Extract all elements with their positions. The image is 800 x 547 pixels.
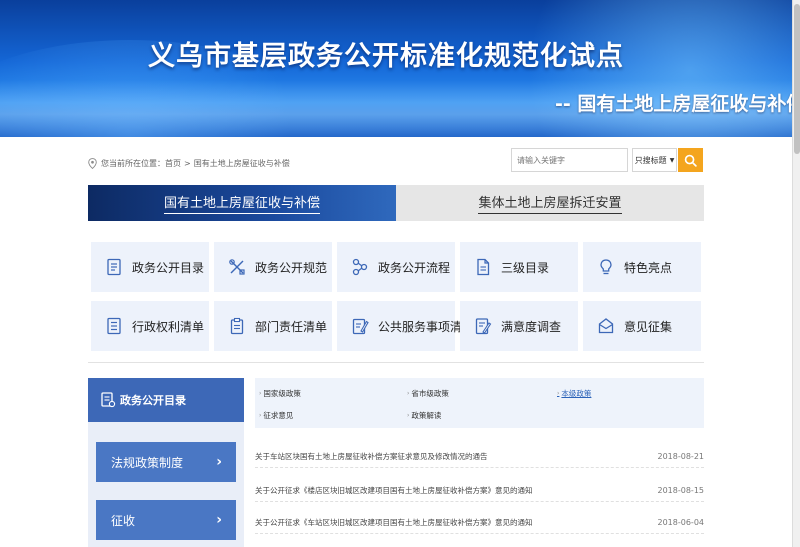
news-title[interactable]: 关于公开征求《楼店区块旧城区改建项目国有土地上房屋征收补偿方案》意见的通知 <box>255 485 533 496</box>
tile-label: 特色亮点 <box>624 260 673 275</box>
arrow-right-icon: › <box>259 390 262 397</box>
chevron-right-icon: › <box>216 454 222 470</box>
tab-collective-land[interactable]: 集体土地上房屋拆迁安置 <box>396 185 704 221</box>
clipboard-icon <box>230 317 244 335</box>
sidebar-item-regulations[interactable]: 法规政策制度 › <box>96 442 236 482</box>
section-divider <box>88 362 704 363</box>
arrow-right-icon: › <box>557 390 560 397</box>
tile-label: 满意度调查 <box>501 319 562 334</box>
page-scrollbar[interactable] <box>792 0 800 547</box>
tab-label: 集体土地上房屋拆迁安置 <box>478 192 622 214</box>
tile-disclosure-process[interactable]: 政务公开流程 <box>337 242 455 292</box>
document-list-icon <box>107 258 121 276</box>
tab-state-land[interactable]: 国有土地上房屋征收与补偿 <box>88 185 396 221</box>
search-icon <box>684 154 697 167</box>
tile-label: 部门责任清单 <box>255 319 328 334</box>
news-row[interactable]: 关于车站区块国有土地上房屋征收补偿方案征求意见及修改情况的通告 2018-08-… <box>255 446 704 468</box>
scrollbar-thumb[interactable] <box>794 4 800 154</box>
tile-label: 政务公开目录 <box>132 260 205 275</box>
arrow-right-icon: › <box>407 412 410 419</box>
survey-icon <box>475 318 492 335</box>
sidebar-item-expropriation[interactable]: 征收 › <box>96 500 236 540</box>
site-title: 义乌市基层政务公开标准化规范化试点 <box>148 41 624 72</box>
search-input[interactable] <box>511 148 628 172</box>
tile-dept-responsibility-list[interactable]: 部门责任清单 <box>214 301 332 351</box>
search-scope-select[interactable]: 只搜标题 ▼ <box>632 148 677 172</box>
tile-highlights[interactable]: 特色亮点 <box>583 242 701 292</box>
news-title[interactable]: 关于车站区块国有土地上房屋征收补偿方案征求意见及修改情况的通告 <box>255 451 488 462</box>
location-pin-icon <box>88 157 97 169</box>
search-button[interactable] <box>678 148 703 172</box>
tile-label: 政务公开规范 <box>255 260 328 275</box>
search-scope-value: 只搜标题 <box>634 155 667 165</box>
document-icon <box>477 258 490 276</box>
catalog-icon <box>101 392 116 408</box>
tools-icon <box>229 259 245 275</box>
tile-disclosure-standard[interactable]: 政务公开规范 <box>214 242 332 292</box>
arrow-right-icon: › <box>259 412 262 419</box>
category-label: 省市级政策 <box>411 389 449 398</box>
site-subtitle: -- 国有土地上房屋征收与补偿 <box>555 93 792 115</box>
category-label: 征求意见 <box>263 411 294 420</box>
tile-opinion-collection[interactable]: 意见征集 <box>583 301 701 351</box>
tile-disclosure-catalog[interactable]: 政务公开目录 <box>91 242 209 292</box>
tile-label: 意见征集 <box>624 319 673 334</box>
category-local-policy[interactable]: › 本级政策 <box>557 388 591 399</box>
category-label: 政策解读 <box>411 411 442 420</box>
news-date: 2018-08-21 <box>657 452 705 461</box>
news-title[interactable]: 关于公开征求《车站区块旧城区改建项目国有土地上房屋征收补偿方案》意见的通知 <box>255 517 533 528</box>
news-row[interactable]: 关于公开征求《楼店区块旧城区改建项目国有土地上房屋征收补偿方案》意见的通知 20… <box>255 480 704 502</box>
mailbox-icon <box>598 318 614 334</box>
arrow-right-icon: › <box>407 390 410 397</box>
tile-public-service-list[interactable]: 公共服务事项清单 <box>337 301 474 351</box>
flow-icon <box>352 258 368 276</box>
chevron-right-icon: › <box>216 512 222 528</box>
caret-down-icon: ▼ <box>669 156 675 164</box>
category-policy-interpretation[interactable]: › 政策解读 <box>407 410 441 421</box>
breadcrumb: 您当前所在位置： 首页 > 国有土地上房屋征收与补偿 <box>88 156 290 170</box>
category-solicit-opinion[interactable]: › 征求意见 <box>259 410 293 421</box>
sidebar-item-label: 法规政策制度 <box>111 455 184 470</box>
tile-satisfaction-survey[interactable]: 满意度调查 <box>460 301 578 351</box>
category-label: 国家级政策 <box>263 389 301 398</box>
tile-label: 行政权利清单 <box>132 319 205 334</box>
news-date: 2018-08-15 <box>657 486 705 495</box>
tile-label: 三级目录 <box>501 260 550 275</box>
header-banner: 义乌市基层政务公开标准化规范化试点 -- 国有土地上房屋征收与补偿 <box>0 0 792 137</box>
tile-label: 政务公开流程 <box>378 260 451 275</box>
sidebar-item-label: 征收 <box>111 513 136 528</box>
breadcrumb-current: 国有土地上房屋征收与补偿 <box>193 158 290 168</box>
breadcrumb-prefix: 您当前所在位置： <box>101 158 165 168</box>
sidebar-header: 政务公开目录 <box>88 378 244 422</box>
breadcrumb-separator: > <box>184 158 191 168</box>
list-icon <box>107 317 121 335</box>
category-box <box>255 378 704 428</box>
tile-three-level-catalog[interactable]: 三级目录 <box>460 242 578 292</box>
category-provincial-policy[interactable]: › 省市级政策 <box>407 388 449 399</box>
tab-label: 国有土地上房屋征收与补偿 <box>163 192 320 214</box>
news-row[interactable]: 关于公开征求《车站区块旧城区改建项目国有土地上房屋征收补偿方案》意见的通知 20… <box>255 512 704 534</box>
category-label: 本级政策 <box>561 389 592 398</box>
sidebar-header-label: 政务公开目录 <box>120 394 186 407</box>
category-national-policy[interactable]: › 国家级政策 <box>259 388 301 399</box>
edit-document-icon <box>352 318 369 335</box>
breadcrumb-home-link[interactable]: 首页 <box>165 158 181 169</box>
tile-admin-power-list[interactable]: 行政权利清单 <box>91 301 209 351</box>
news-date: 2018-06-04 <box>657 518 705 527</box>
lightbulb-icon <box>600 259 612 275</box>
